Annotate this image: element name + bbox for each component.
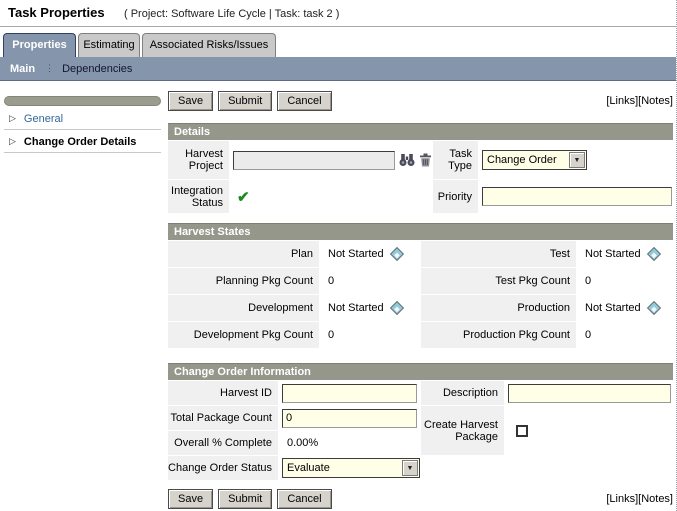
- task-type-select[interactable]: Change Order: [482, 150, 587, 170]
- links-link[interactable]: [Links]: [606, 95, 638, 107]
- change-order-status-select[interactable]: Evaluate: [282, 458, 420, 478]
- chevron-down-icon[interactable]: [402, 460, 418, 476]
- total-package-count-input[interactable]: [282, 409, 417, 428]
- change-order-section-header: Change Order Information: [168, 363, 673, 380]
- browse-binoculars-icon[interactable]: [399, 153, 415, 167]
- cancel-button[interactable]: Cancel: [277, 91, 331, 111]
- create-harvest-package-checkbox[interactable]: [516, 425, 528, 437]
- state-diamond-icon: [390, 301, 404, 315]
- production-label: Production: [421, 295, 576, 321]
- state-diamond-icon: [647, 301, 661, 315]
- subnav-bar: Main Dependencies: [0, 57, 677, 81]
- create-harvest-package-label: Create Harvest Package: [421, 406, 504, 455]
- harvest-states-section: Harvest States Plan Not Started Test Not…: [168, 223, 673, 348]
- total-package-count-label: Total Package Count: [168, 406, 278, 430]
- tab-properties[interactable]: Properties: [3, 33, 76, 57]
- details-section: Details Harvest Project: [168, 123, 673, 213]
- subnav-item-dependencies[interactable]: Dependencies: [62, 63, 132, 75]
- toolbar-bottom: Save Submit Cancel [Links][Notes]: [168, 488, 673, 510]
- description-input[interactable]: [508, 384, 671, 403]
- task-type-label: Task Type: [433, 141, 478, 179]
- description-label: Description: [421, 381, 504, 405]
- task-type-selected-value: Change Order: [487, 154, 557, 166]
- tab-associated-risks-issues[interactable]: Associated Risks/Issues: [142, 33, 276, 57]
- harvest-id-input[interactable]: [282, 384, 417, 403]
- submit-button[interactable]: Submit: [218, 91, 272, 111]
- triangle-right-icon: [9, 113, 16, 124]
- subnav-item-main[interactable]: Main: [10, 63, 35, 75]
- production-pkg-count-value: 0: [580, 329, 591, 341]
- sidebar-header-bar: [4, 96, 161, 106]
- links-link[interactable]: [Links]: [606, 493, 638, 505]
- integration-status-check-icon: [237, 188, 250, 206]
- test-state-value: Not Started: [580, 248, 641, 260]
- development-state-value: Not Started: [323, 302, 384, 314]
- task-properties-window: Task Properties ( Project: Software Life…: [0, 0, 677, 511]
- harvest-project-label: Harvest Project: [168, 141, 229, 179]
- harvest-states-section-header: Harvest States: [168, 223, 673, 240]
- subnav-divider-icon: [45, 63, 54, 74]
- tab-estimating[interactable]: Estimating: [78, 33, 140, 57]
- save-button[interactable]: Save: [168, 489, 213, 509]
- details-section-header: Details: [168, 123, 673, 140]
- plan-state-value: Not Started: [323, 248, 384, 260]
- submit-button[interactable]: Submit: [218, 489, 272, 509]
- production-pkg-count-label: Production Pkg Count: [421, 322, 576, 348]
- development-pkg-count-label: Development Pkg Count: [168, 322, 319, 348]
- page-title: Task Properties: [8, 5, 105, 20]
- notes-link[interactable]: [Notes]: [638, 493, 673, 505]
- test-pkg-count-value: 0: [580, 275, 591, 287]
- page-subtitle: ( Project: Software Life Cycle | Task: t…: [124, 8, 339, 20]
- planning-pkg-count-value: 0: [323, 275, 334, 287]
- sidebar-item-label: General: [24, 113, 63, 125]
- state-diamond-icon: [647, 247, 661, 261]
- empty-cell: [421, 456, 673, 480]
- harvest-id-label: Harvest ID: [168, 381, 278, 405]
- sidebar-item-change-order-details[interactable]: Change Order Details: [4, 131, 161, 153]
- planning-pkg-count-label: Planning Pkg Count: [168, 268, 319, 294]
- integration-status-label: Integration Status: [168, 180, 229, 213]
- development-pkg-count-value: 0: [323, 329, 334, 341]
- priority-label: Priority: [433, 180, 478, 213]
- priority-input[interactable]: [482, 187, 672, 206]
- overall-pct-complete-label: Overall % Complete: [168, 431, 278, 455]
- header-divider: [0, 26, 677, 27]
- cancel-button[interactable]: Cancel: [277, 489, 331, 509]
- notes-link[interactable]: [Notes]: [638, 95, 673, 107]
- sidebar-item-label: Change Order Details: [24, 136, 136, 148]
- plan-label: Plan: [168, 241, 319, 267]
- sidebar-item-general[interactable]: General: [4, 108, 161, 130]
- test-pkg-count-label: Test Pkg Count: [421, 268, 576, 294]
- test-label: Test: [421, 241, 576, 267]
- delete-trash-icon[interactable]: [419, 153, 432, 167]
- change-order-status-selected-value: Evaluate: [287, 462, 330, 474]
- triangle-right-icon: [9, 136, 16, 147]
- state-diamond-icon: [390, 247, 404, 261]
- change-order-status-label: Change Order Status: [168, 456, 278, 480]
- save-button[interactable]: Save: [168, 91, 213, 111]
- chevron-down-icon[interactable]: [569, 152, 585, 168]
- production-state-value: Not Started: [580, 302, 641, 314]
- toolbar-top: Save Submit Cancel [Links][Notes]: [168, 90, 673, 112]
- harvest-project-input[interactable]: [233, 151, 395, 170]
- change-order-information-section: Change Order Information Harvest ID Desc…: [168, 363, 673, 480]
- overall-pct-complete-value: 0.00%: [282, 437, 318, 449]
- development-label: Development: [168, 295, 319, 321]
